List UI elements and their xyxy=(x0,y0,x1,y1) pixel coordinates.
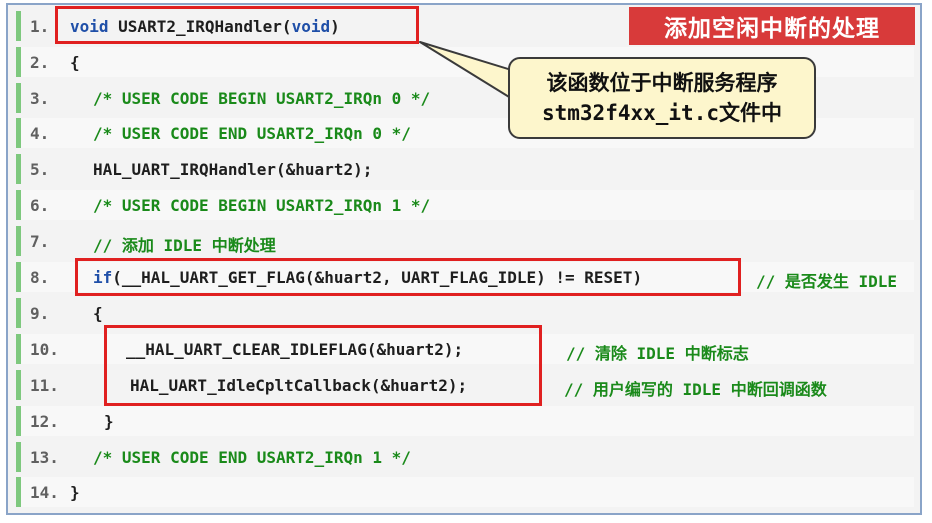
code-comment: // 清除 IDLE 中断标志 xyxy=(566,344,749,363)
gutter-marker xyxy=(16,298,21,328)
code-text: { xyxy=(70,53,80,72)
gutter-marker xyxy=(16,118,21,148)
highlight-box-handler xyxy=(55,6,419,44)
code-text: HAL_UART_IRQHandler(&huart2); xyxy=(93,160,373,179)
gutter-marker xyxy=(16,226,21,256)
callout-suffix: 文件中 xyxy=(719,101,782,125)
line-number: 7. xyxy=(30,232,50,251)
code-line-6: 6. /* USER CODE BEGIN USART2_IRQn 1 */ xyxy=(16,190,914,220)
gutter-marker xyxy=(16,83,21,113)
code-comment: /* USER CODE END USART2_IRQn 1 */ xyxy=(93,448,411,467)
line-number: 2. xyxy=(30,53,50,72)
gutter-marker xyxy=(16,442,21,472)
callout-line-2: stm32f4xx_it.c文件中 xyxy=(542,98,782,128)
code-text: } xyxy=(70,483,80,502)
highlight-box-calls xyxy=(104,325,542,406)
gutter-marker xyxy=(16,262,21,292)
line-number: 8. xyxy=(30,268,50,287)
line-number: 14. xyxy=(30,483,59,502)
code-text: { xyxy=(93,304,103,323)
line-number: 6. xyxy=(30,196,50,215)
code-comment: /* USER CODE BEGIN USART2_IRQn 0 */ xyxy=(93,89,431,108)
gutter-marker xyxy=(16,47,21,77)
code-comment: // 添加 IDLE 中断处理 xyxy=(93,236,276,255)
gutter-marker xyxy=(16,11,21,41)
code-line-14: 14. } xyxy=(16,477,914,507)
line-number: 5. xyxy=(30,160,50,179)
line-number: 3. xyxy=(30,89,50,108)
line-number: 11. xyxy=(30,376,59,395)
line-number: 1. xyxy=(30,17,50,36)
gutter-marker xyxy=(16,477,21,507)
code-comment: /* USER CODE BEGIN USART2_IRQn 1 */ xyxy=(93,196,431,215)
line-number: 10. xyxy=(30,340,59,359)
code-comment: // 用户编写的 IDLE 中断回调函数 xyxy=(564,380,827,399)
title-badge: 添加空闲中断的处理 xyxy=(629,7,915,45)
gutter-marker xyxy=(16,334,21,364)
line-number: 12. xyxy=(30,412,59,431)
code-comment: /* USER CODE END USART2_IRQn 0 */ xyxy=(93,124,411,143)
code-line-7: 7. // 添加 IDLE 中断处理 xyxy=(16,226,914,256)
highlight-box-if xyxy=(75,258,741,296)
code-line-9: 9. { xyxy=(16,298,914,328)
callout-filename: stm32f4xx_it.c xyxy=(541,101,719,125)
code-line-13: 13. /* USER CODE END USART2_IRQn 1 */ xyxy=(16,442,914,472)
callout-bubble: 该函数位于中断服务程序 stm32f4xx_it.c文件中 xyxy=(508,57,816,139)
code-comment: // 是否发生 IDLE xyxy=(756,272,898,291)
code-text: } xyxy=(104,412,114,431)
code-line-5: 5. HAL_UART_IRQHandler(&huart2); xyxy=(16,154,914,184)
line-number: 13. xyxy=(30,448,59,467)
gutter-marker xyxy=(16,190,21,220)
code-line-12: 12. } xyxy=(16,406,914,436)
gutter-marker xyxy=(16,154,21,184)
gutter-marker xyxy=(16,370,21,400)
gutter-marker xyxy=(16,406,21,436)
line-number: 9. xyxy=(30,304,50,323)
line-number: 4. xyxy=(30,124,50,143)
callout-line-1: 该函数位于中断服务程序 xyxy=(546,71,778,95)
